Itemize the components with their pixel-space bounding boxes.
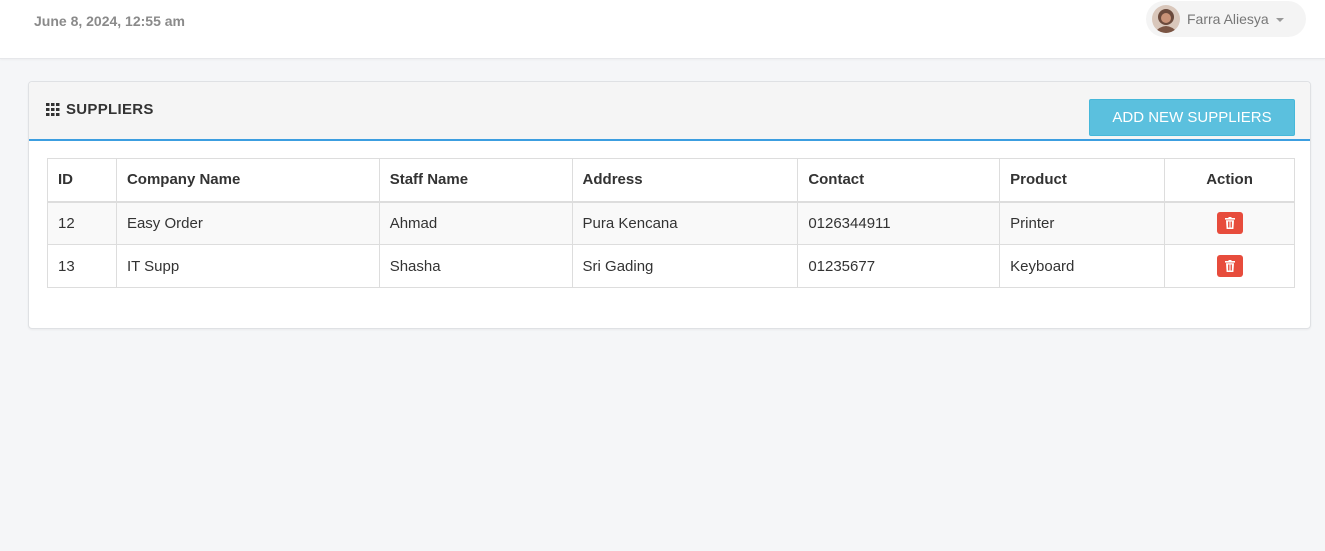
grid-icon [46,103,60,116]
cell-contact: 0126344911 [797,201,1001,245]
user-avatar [1152,5,1180,33]
table-row: 13 IT Supp Shasha Sri Gading 01235677 Ke… [47,244,1295,288]
column-header-id[interactable]: ID [47,158,117,203]
suppliers-panel: SUPPLIERS ADD NEW SUPPLIERS ID Company N… [28,81,1311,329]
panel-header: SUPPLIERS ADD NEW SUPPLIERS [29,82,1310,141]
column-header-contact[interactable]: Contact [797,158,1001,203]
cell-contact: 01235677 [797,244,1001,288]
add-new-suppliers-button[interactable]: ADD NEW SUPPLIERS [1089,99,1295,136]
cell-staff-name: Ahmad [378,201,573,245]
table-header-row: ID Company Name Staff Name Address Conta… [47,158,1295,203]
caret-down-icon [1275,18,1284,22]
current-datetime: June 8, 2024, 12:55 am [34,13,185,29]
cell-company-name: Easy Order [115,201,380,245]
panel-title-text: SUPPLIERS [66,101,154,118]
cell-staff-name: Shasha [378,244,573,288]
trash-icon [1224,260,1235,272]
cell-id: 13 [47,244,117,288]
cell-product: Printer [999,201,1166,245]
user-name: Farra Aliesya [1187,11,1269,27]
column-header-action: Action [1164,158,1295,203]
suppliers-table: ID Company Name Staff Name Address Conta… [47,158,1295,288]
column-header-product[interactable]: Product [999,158,1166,203]
delete-button[interactable] [1216,212,1243,235]
panel-title: SUPPLIERS [46,101,154,118]
cell-action [1164,244,1295,288]
table-row: 12 Easy Order Ahmad Pura Kencana 0126344… [47,201,1295,245]
cell-product: Keyboard [999,244,1166,288]
trash-icon [1224,217,1235,230]
cell-address: Pura Kencana [571,201,799,245]
cell-id: 12 [47,201,117,245]
column-header-address[interactable]: Address [571,158,799,203]
cell-action [1164,201,1295,245]
top-navbar: June 8, 2024, 12:55 am Farra Aliesya [0,0,1325,59]
user-menu-dropdown[interactable]: Farra Aliesya [1146,1,1306,37]
column-header-staff-name[interactable]: Staff Name [378,158,573,203]
cell-company-name: IT Supp [115,244,380,288]
column-header-company-name[interactable]: Company Name [115,158,380,203]
cell-address: Sri Gading [571,244,799,288]
delete-button[interactable] [1216,255,1243,277]
